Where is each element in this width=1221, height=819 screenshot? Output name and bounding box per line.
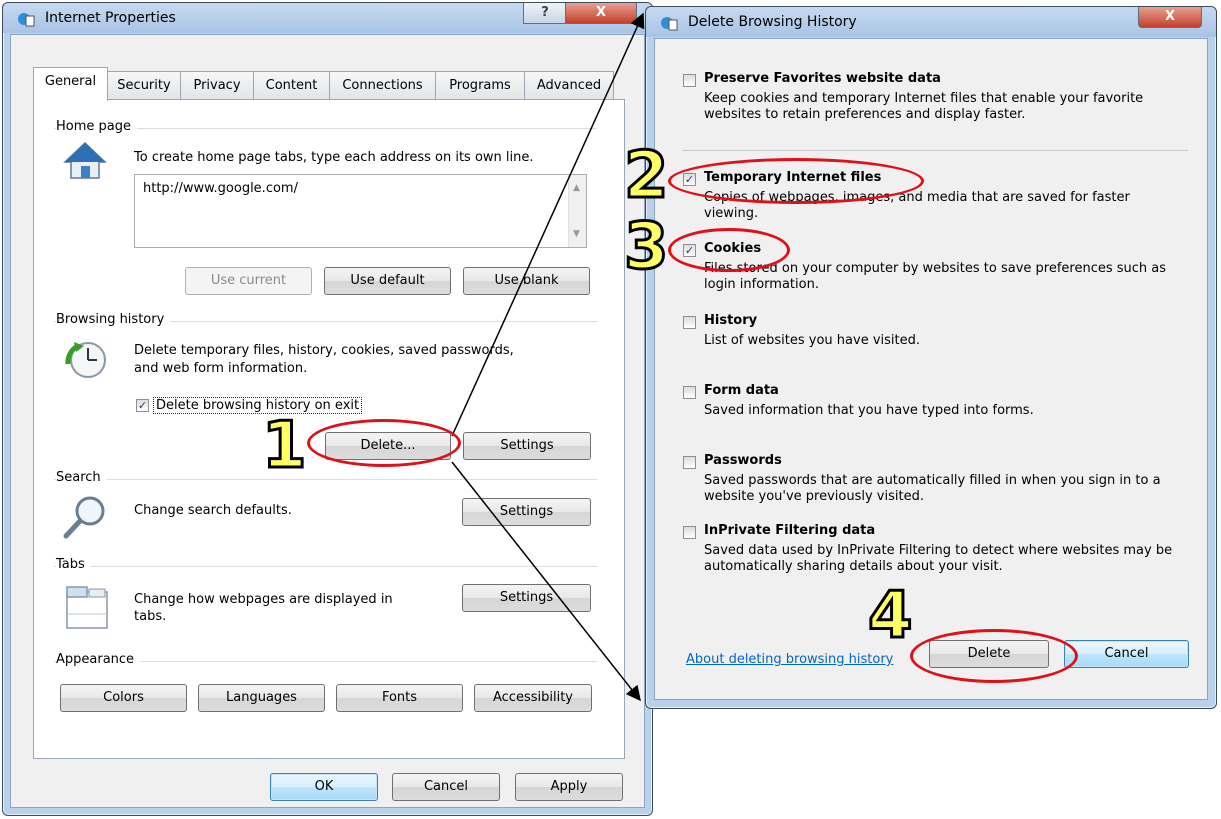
arrow-to-dialog-bottom [451, 461, 641, 702]
step-number-3: 3 [623, 210, 671, 284]
highlight-delete-button [307, 419, 461, 467]
annotation-arrows [451, 12, 645, 702]
step-number-1: 1 [261, 409, 309, 483]
step-number-4: 4 [867, 579, 915, 653]
step-number-2: 2 [623, 139, 671, 213]
tab-general[interactable]: General [33, 67, 108, 101]
highlight-delete-confirm [910, 629, 1078, 683]
highlight-cookies [668, 228, 790, 272]
arrow-to-dialog-top [451, 12, 645, 437]
highlight-temporary-files [668, 158, 924, 204]
